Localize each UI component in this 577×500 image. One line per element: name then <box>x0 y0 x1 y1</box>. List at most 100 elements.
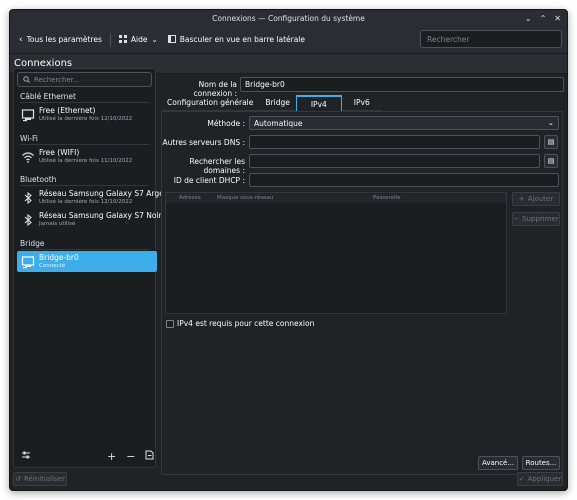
bridge-icon <box>21 256 35 269</box>
help-button[interactable]: Aide ⌄ <box>114 32 163 48</box>
sidebar-view-button[interactable]: Basculer en vue en barre latérale <box>163 32 310 48</box>
connection-item-bluetooth-argent[interactable]: Réseau Samsung Galaxy S7 Argent Utilisé … <box>17 187 171 208</box>
footer: ↺ Réinitialiser ✓ Appliquer <box>10 470 567 490</box>
connection-name: Free (WIFI) <box>39 148 80 157</box>
chevron-down-icon: ⌄ <box>151 35 158 44</box>
chevron-left-icon: ‹ <box>19 34 23 45</box>
back-label: Tous les paramètres <box>26 35 102 44</box>
connection-search-input[interactable]: Rechercher... <box>17 72 152 87</box>
address-table-header: Adresse Masque sous-réseau Passerelle <box>166 193 506 203</box>
connection-item-bluetooth-noir[interactable]: Réseau Samsung Galaxy S7 Noir Jamais uti… <box>17 209 162 230</box>
connection-name: Réseau Samsung Galaxy S7 Noir <box>39 211 162 220</box>
routes-button[interactable]: Routes... <box>522 456 560 470</box>
connections-sidebar: Rechercher... Câblé Ethernet Free (Ether… <box>13 68 171 468</box>
wifi-icon <box>22 152 34 163</box>
maximize-icon[interactable]: ⌃ <box>540 14 547 23</box>
window-controls: ⌄ ⌃ ✕ <box>525 10 561 26</box>
category-divider <box>20 102 149 103</box>
domains-field[interactable] <box>249 154 540 168</box>
close-icon[interactable]: ✕ <box>554 14 561 23</box>
title-bar: Connexions — Configuration du système ⌄ … <box>10 10 567 26</box>
method-label: Méthode : <box>207 119 245 128</box>
toolbar: ‹ Tous les paramètres Aide ⌄ Basculer en… <box>10 26 567 54</box>
add-address-button[interactable]: + Ajouter <box>512 192 560 206</box>
add-label: Ajouter <box>527 195 554 203</box>
minimize-icon[interactable]: ⌄ <box>525 14 532 23</box>
help-label: Aide <box>130 35 148 44</box>
add-icon: + <box>518 195 525 203</box>
category-ethernet: Câblé Ethernet <box>20 92 76 101</box>
column-address: Adresse <box>179 195 201 201</box>
check-icon: ✓ <box>518 475 525 483</box>
list-edit-icon: ▤ <box>547 157 555 165</box>
help-grid-icon <box>118 34 127 45</box>
tab-ipv6[interactable]: IPv6 <box>341 95 382 111</box>
dns-field[interactable] <box>249 135 540 149</box>
export-icon[interactable] <box>145 450 154 463</box>
remove-address-button[interactable]: − Supprimer <box>512 212 560 226</box>
ethernet-icon <box>21 109 35 122</box>
ipv4-required-checkbox[interactable] <box>166 320 174 328</box>
tab-ipv4[interactable]: IPv4 <box>295 95 342 111</box>
ipv4-required-label: IPv4 est requis pour cette connexion <box>177 319 315 328</box>
reset-button[interactable]: ↺ Réinitialiser <box>13 472 67 486</box>
column-netmask: Masque sous-réseau <box>217 195 274 201</box>
advanced-button[interactable]: Avancé... <box>478 456 518 470</box>
connection-editor: Nom de la connexion : Bridge-br0 Configu… <box>159 68 565 478</box>
sidebar-view-label: Basculer en vue en barre latérale <box>179 35 306 44</box>
reset-label: Réinitialiser <box>23 475 65 483</box>
dhcp-client-id-field[interactable] <box>249 173 559 187</box>
connection-status: Utilisé la dernière fois 11/10/2022 <box>39 158 133 164</box>
add-icon[interactable]: + <box>107 450 116 463</box>
category-divider <box>20 144 149 145</box>
method-value: Automatique <box>254 119 303 128</box>
ipv4-panel: Méthode : Automatique ⌄ Autres serveurs … <box>161 111 563 475</box>
list-edit-icon: ▤ <box>547 138 555 146</box>
dns-label: Autres serveurs DNS : <box>162 138 246 147</box>
connection-item-bridge[interactable]: Bridge-br0 Connecté <box>17 251 157 272</box>
tab-general[interactable]: Configuration générale <box>161 95 260 111</box>
tab-bridge[interactable]: Bridge <box>259 95 296 111</box>
bluetooth-icon <box>24 191 32 205</box>
reset-icon: ↺ <box>15 475 21 483</box>
column-gateway: Passerelle <box>373 195 401 201</box>
apply-label: Appliquer <box>527 475 562 483</box>
connection-name: Bridge-br0 <box>39 253 79 262</box>
bluetooth-icon <box>24 213 32 227</box>
connection-status: Utilisé la dernière fois 12/10/2022 <box>39 116 133 122</box>
remove-label: Supprimer <box>522 215 559 223</box>
window-title: Connexions — Configuration du système <box>212 13 365 23</box>
connection-item-wifi[interactable]: Free (WIFI) Utilisé la dernière fois 11/… <box>17 146 157 167</box>
dhcp-label: ID de client DHCP : <box>173 176 245 185</box>
search-icon <box>23 76 30 83</box>
method-select[interactable]: Automatique ⌄ <box>249 116 559 130</box>
domains-edit-button[interactable]: ▤ <box>544 154 558 168</box>
chevron-down-icon: ⌄ <box>547 118 554 127</box>
back-button[interactable]: ‹ Tous les paramètres <box>14 32 107 48</box>
address-table[interactable]: Adresse Masque sous-réseau Passerelle <box>165 192 507 314</box>
connection-name-field[interactable]: Bridge-br0 <box>240 77 564 92</box>
connection-item-ethernet[interactable]: Free (Ethernet) Utilisé la dernière fois… <box>17 104 157 125</box>
sidebar-actions: + − <box>17 448 154 464</box>
category-divider <box>20 249 149 250</box>
sidebar-view-icon <box>167 34 176 45</box>
remove-icon: − <box>513 215 520 223</box>
domains-label: Rechercher les domaines : <box>189 157 245 175</box>
connection-status: Jamais utilisé <box>39 221 76 227</box>
connection-name: Free (Ethernet) <box>39 106 96 115</box>
dns-edit-button[interactable]: ▤ <box>544 135 558 149</box>
connection-tabs: Configuration générale Bridge IPv4 IPv6 <box>161 95 382 111</box>
connection-status: Connecté <box>39 263 66 269</box>
search-placeholder: Rechercher... <box>34 75 80 84</box>
category-bridge: Bridge <box>20 239 45 248</box>
remove-icon[interactable]: − <box>126 450 135 463</box>
connection-name: Réseau Samsung Galaxy S7 Argent <box>39 189 172 198</box>
category-divider <box>20 185 149 186</box>
settings-window: Connexions — Configuration du système ⌄ … <box>9 9 568 491</box>
toolbar-separator <box>109 32 111 47</box>
category-bluetooth: Bluetooth <box>20 175 57 184</box>
apply-button[interactable]: ✓ Appliquer <box>517 472 563 486</box>
settings-search-input[interactable]: Rechercher <box>420 30 562 48</box>
configure-icon[interactable] <box>21 450 31 463</box>
category-wifi: Wi-Fi <box>20 134 38 143</box>
